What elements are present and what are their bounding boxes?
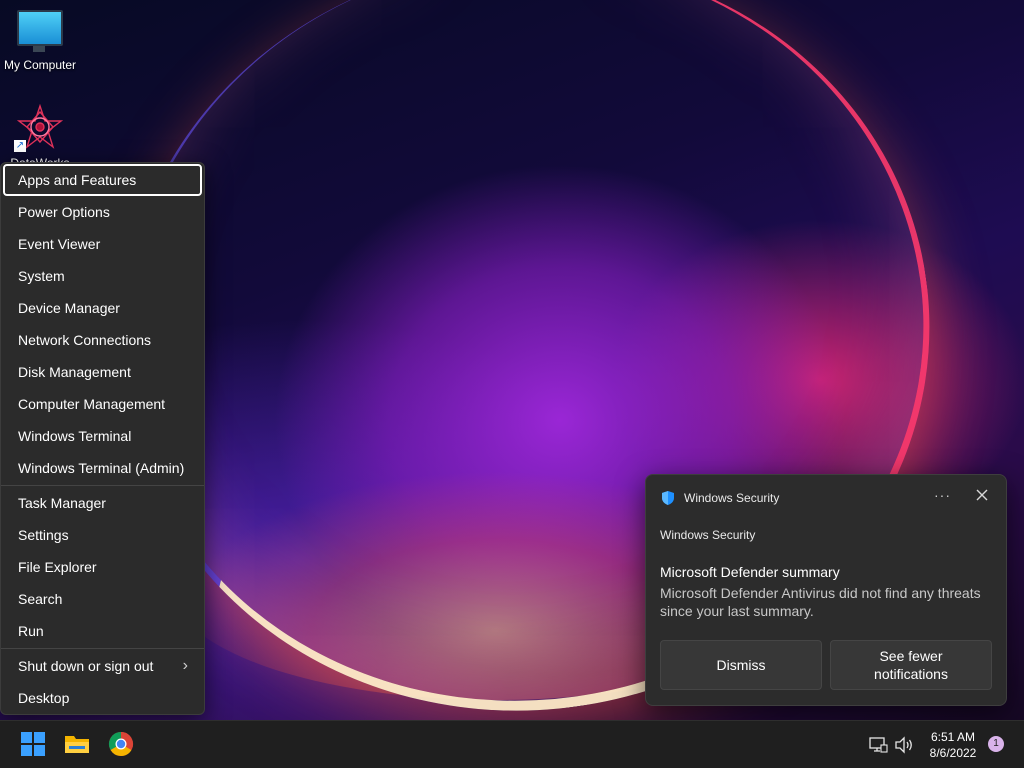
menu-separator	[1, 485, 204, 486]
toast-app-name: Windows Security	[660, 528, 756, 542]
menu-item-label: Task Manager	[18, 495, 106, 511]
menu-item-settings[interactable]: Settings	[3, 519, 202, 551]
dismiss-label: Dismiss	[716, 657, 766, 673]
menu-item-apps-and-features[interactable]: Apps and Features	[3, 164, 202, 196]
volume-icon[interactable]	[894, 735, 914, 755]
windows-start-icon[interactable]	[20, 731, 46, 757]
network-icon[interactable]	[868, 735, 888, 755]
menu-item-file-explorer[interactable]: File Explorer	[3, 551, 202, 583]
menu-item-system[interactable]: System	[3, 260, 202, 292]
see-fewer-label: See fewer notifications	[874, 647, 948, 683]
notification-center-badge[interactable]: 1	[988, 736, 1004, 752]
menu-separator	[1, 648, 204, 649]
desktop-icon-my-computer[interactable]: My Computer	[0, 10, 80, 72]
menu-item-label: System	[18, 268, 65, 284]
menu-item-label: Power Options	[18, 204, 110, 220]
chevron-right-icon: ›	[182, 657, 188, 674]
shield-icon	[662, 491, 674, 505]
menu-item-task-manager[interactable]: Task Manager	[3, 487, 202, 519]
menu-item-label: Computer Management	[18, 396, 166, 412]
menu-item-label: Device Manager	[18, 300, 120, 316]
dismiss-button[interactable]: Dismiss	[660, 640, 822, 690]
menu-item-event-viewer[interactable]: Event Viewer	[3, 228, 202, 260]
menu-item-network-connections[interactable]: Network Connections	[3, 324, 202, 356]
menu-item-disk-management[interactable]: Disk Management	[3, 356, 202, 388]
toast-body: Microsoft Defender Antivirus did not fin…	[660, 585, 981, 619]
menu-item-desktop[interactable]: Desktop	[3, 682, 202, 714]
see-fewer-label-line1: See fewer	[879, 648, 943, 664]
menu-item-label: Desktop	[18, 690, 70, 706]
chrome-icon[interactable]	[108, 731, 134, 757]
menu-item-label: Search	[18, 591, 63, 607]
menu-item-label: Run	[18, 623, 44, 639]
menu-item-device-manager[interactable]: Device Manager	[3, 292, 202, 324]
desktop-icon-dataworks[interactable]: DataWorks	[0, 103, 80, 170]
menu-item-label: File Explorer	[18, 559, 97, 575]
more-options-icon[interactable]: ···	[934, 487, 951, 503]
see-fewer-notifications-button[interactable]: See fewer notifications	[830, 640, 992, 690]
toast-header: Windows Security	[660, 489, 779, 507]
clock-time: 6:51 AM	[930, 730, 976, 744]
menu-item-label: Apps and Features	[18, 172, 137, 188]
toast-header-label: Windows Security	[684, 491, 780, 505]
shortcut-arrow-icon: ↗	[14, 140, 26, 152]
menu-item-label: Network Connections	[18, 332, 152, 348]
taskbar-clock[interactable]: 6:51 AM 8/6/2022	[924, 729, 982, 761]
menu-item-windows-terminal[interactable]: Windows Terminal	[3, 420, 202, 452]
menu-item-label: Windows Terminal (Admin)	[18, 460, 185, 476]
toast-title: Microsoft Defender summary	[660, 564, 840, 580]
menu-item-shut-down-or-sign-out[interactable]: Shut down or sign out ›	[3, 650, 202, 682]
see-fewer-label-line2: notifications	[874, 666, 948, 682]
file-explorer-icon[interactable]	[64, 731, 90, 757]
menu-item-search[interactable]: Search	[3, 583, 202, 615]
clock-date: 8/6/2022	[929, 746, 977, 760]
close-icon[interactable]	[974, 487, 990, 503]
menu-item-label: Shut down or sign out	[18, 658, 154, 674]
windows-security-toast: Windows Security ··· Windows Security Mi…	[645, 474, 1007, 706]
menu-item-computer-management[interactable]: Computer Management	[3, 388, 202, 420]
menu-item-label: Disk Management	[18, 364, 131, 380]
menu-item-windows-terminal-admin[interactable]: Windows Terminal (Admin)	[3, 452, 202, 484]
menu-item-run[interactable]: Run	[3, 615, 202, 647]
menu-item-label: Event Viewer	[18, 236, 101, 252]
monitor-icon	[17, 10, 63, 52]
desktop-icon-label: My Computer	[3, 58, 77, 72]
menu-item-power-options[interactable]: Power Options	[3, 196, 202, 228]
taskbar: 6:51 AM 8/6/2022	[0, 720, 1024, 768]
winx-context-menu: Apps and Features Power Options Event Vi…	[0, 162, 205, 715]
menu-item-label: Windows Terminal	[18, 428, 132, 444]
menu-item-label: Settings	[18, 527, 69, 543]
